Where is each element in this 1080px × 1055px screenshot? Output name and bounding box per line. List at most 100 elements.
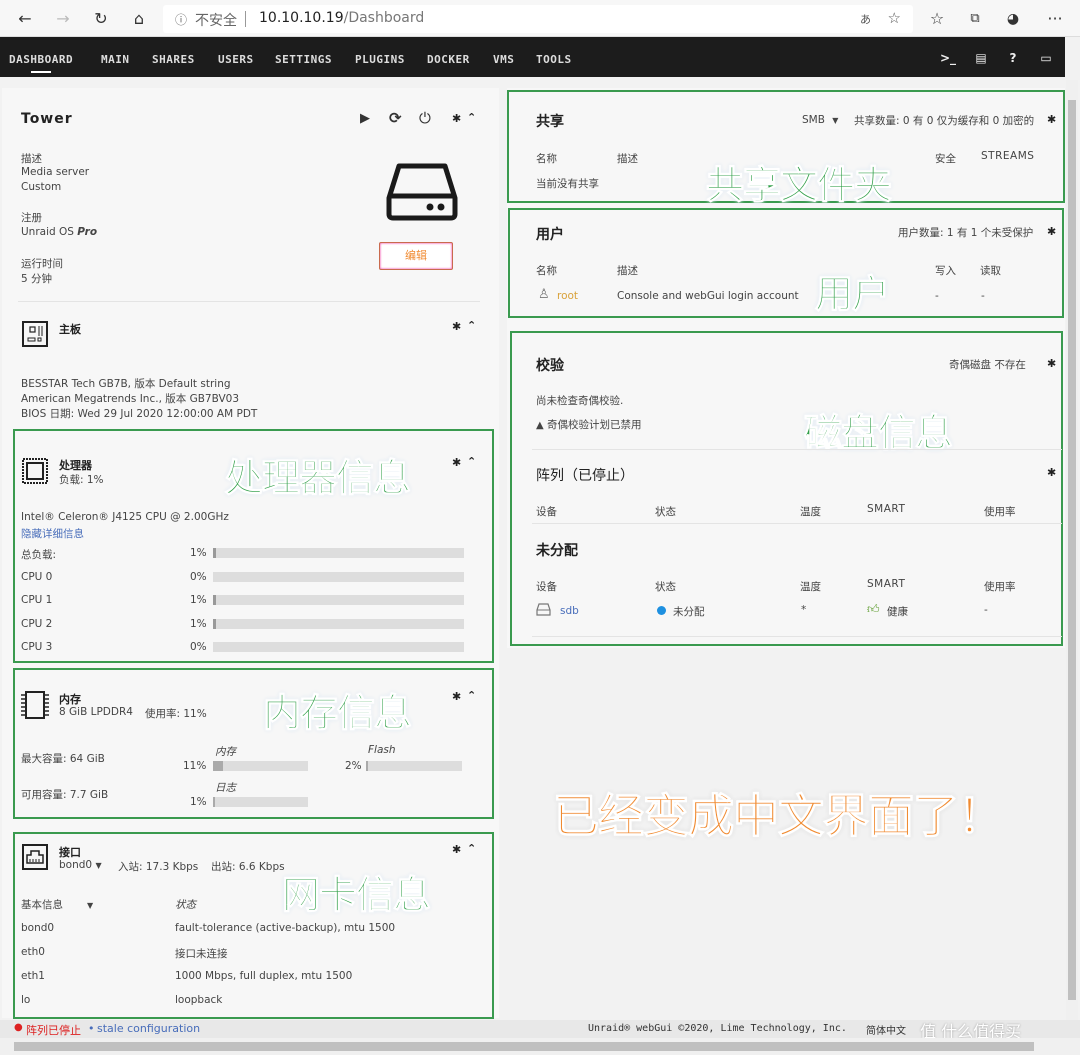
scrollbar-thumb[interactable] bbox=[14, 1042, 1034, 1051]
vertical-scrollbar[interactable] bbox=[1066, 80, 1078, 1020]
parity-title: 校验 bbox=[536, 358, 564, 374]
home-icon[interactable]: ⌂ bbox=[128, 8, 150, 30]
collections-icon[interactable]: ⧉ bbox=[964, 8, 986, 30]
col-smart: SMART bbox=[867, 503, 906, 515]
hide-details-link[interactable]: 隐藏详细信息 bbox=[21, 526, 84, 541]
cpu-load-fill bbox=[213, 595, 216, 605]
divider bbox=[532, 523, 1062, 524]
forward-icon[interactable]: → bbox=[52, 8, 74, 30]
user-name-link[interactable]: root bbox=[557, 290, 578, 302]
chevron-up-icon[interactable]: ⌃ bbox=[467, 689, 476, 702]
dropdown-arrow-icon: ▼ bbox=[832, 116, 839, 125]
read-aloud-icon[interactable]: あ bbox=[860, 11, 871, 27]
copyright: Unraid® webGui ©2020, Lime Technology, I… bbox=[588, 1023, 847, 1034]
gear-icon[interactable]: ✱ bbox=[452, 690, 461, 703]
chevron-up-icon[interactable]: ⌃ bbox=[467, 319, 476, 332]
gear-icon[interactable]: ✱ bbox=[452, 112, 461, 125]
nav-main[interactable]: MAIN bbox=[101, 53, 130, 66]
nav-settings[interactable]: SETTINGS bbox=[275, 53, 332, 66]
chevron-up-icon[interactable]: ⌃ bbox=[467, 455, 476, 468]
col-status: 状态 bbox=[655, 581, 676, 593]
nav-tools[interactable]: TOOLS bbox=[536, 53, 572, 66]
interface-name: bond0 bbox=[21, 922, 55, 934]
monitor-icon[interactable]: ▭ bbox=[1038, 51, 1054, 65]
description-line1: Media server bbox=[21, 166, 90, 178]
chevron-up-icon[interactable]: ⌃ bbox=[467, 842, 476, 855]
gear-icon[interactable]: ✱ bbox=[452, 843, 461, 856]
feedback-icon[interactable]: ▤ bbox=[973, 51, 989, 65]
col-name: 名称 bbox=[536, 153, 557, 165]
parity-not-checked: 尚未检查奇偶校验. bbox=[536, 395, 624, 407]
play-icon[interactable]: ▶ bbox=[360, 111, 370, 126]
address-bar[interactable]: ⓘ 不安全 10.10.10.19/Dashboard あ ☆ bbox=[163, 5, 913, 33]
cpu-overlay-label: 处理器信息 bbox=[224, 456, 411, 501]
cpu-model: Intel® Celeron® J4125 CPU @ 2.00GHz bbox=[21, 511, 229, 523]
url-host: 10.10.10.19 bbox=[259, 10, 344, 26]
refresh-icon[interactable]: ↻ bbox=[90, 8, 112, 30]
more-icon[interactable]: ··· bbox=[1044, 8, 1066, 30]
info-select[interactable]: 基本信息 ▼ bbox=[21, 897, 93, 912]
unassigned-title: 未分配 bbox=[536, 543, 578, 559]
star-icon[interactable]: ☆ bbox=[888, 9, 901, 27]
col-temp: 温度 bbox=[800, 506, 821, 518]
terminal-icon[interactable]: >_ bbox=[940, 51, 956, 65]
protocol-select[interactable]: SMB ▼ bbox=[802, 114, 838, 126]
col-description: 描述 bbox=[617, 153, 638, 165]
os-name: Unraid OS bbox=[21, 226, 74, 238]
help-icon[interactable]: ? bbox=[1005, 51, 1021, 65]
language-label[interactable]: 简体中文 bbox=[866, 1022, 906, 1037]
gear-icon[interactable]: ✱ bbox=[452, 320, 461, 333]
nav-docker[interactable]: DOCKER bbox=[427, 53, 470, 66]
nav-plugins[interactable]: PLUGINS bbox=[355, 53, 405, 66]
gear-icon[interactable]: ✱ bbox=[1047, 357, 1056, 370]
network-title: 接口 bbox=[59, 846, 81, 859]
interface-select[interactable]: bond0 ▼ bbox=[59, 859, 102, 871]
memory-usage-fill bbox=[213, 761, 224, 771]
array-stopped-icon: ● bbox=[14, 1022, 23, 1033]
edit-button[interactable]: 编辑 bbox=[379, 242, 453, 270]
server-drive-icon bbox=[386, 163, 458, 221]
nav-shares[interactable]: SHARES bbox=[152, 53, 195, 66]
chevron-up-icon[interactable]: ⌃ bbox=[467, 111, 476, 124]
memory-usage-fill bbox=[213, 797, 215, 807]
bios-vendor: American Megatrends Inc., 版本 GB7BV03 bbox=[21, 393, 240, 405]
stale-config-link[interactable]: stale configuration bbox=[97, 1022, 200, 1035]
gear-icon[interactable]: ✱ bbox=[1047, 225, 1056, 238]
motherboard-title: 主板 bbox=[59, 323, 81, 336]
interface-name: eth1 bbox=[21, 970, 45, 982]
col-status: 状态 bbox=[655, 506, 676, 518]
cpu-row-value: 0% bbox=[190, 570, 207, 583]
cpu-load-bar bbox=[213, 642, 464, 652]
url-text[interactable]: 10.10.10.19/Dashboard bbox=[259, 10, 424, 26]
horizontal-scrollbar[interactable] bbox=[0, 1038, 1080, 1055]
back-icon[interactable]: ← bbox=[14, 8, 36, 30]
scrollbar-thumb[interactable] bbox=[1068, 100, 1076, 1000]
users-title: 用户 bbox=[536, 227, 564, 243]
max-capacity: 最大容量: 64 GiB bbox=[21, 753, 105, 765]
user-write: - bbox=[935, 290, 939, 302]
interface-status: fault-tolerance (active-backup), mtu 150… bbox=[175, 922, 396, 934]
gear-icon[interactable]: ✱ bbox=[1047, 113, 1056, 126]
nav-vms[interactable]: VMS bbox=[493, 53, 514, 66]
favorites-icon[interactable]: ☆ bbox=[926, 8, 948, 30]
col-streams: STREAMS bbox=[981, 150, 1035, 162]
nav-dashboard[interactable]: DASHBOARD bbox=[9, 53, 73, 73]
array-status: 阵列已停止 bbox=[26, 1024, 81, 1037]
memory-bar-label: 日志 bbox=[215, 782, 236, 794]
gear-icon[interactable]: ✱ bbox=[1047, 466, 1056, 479]
disk-device-link[interactable]: sdb bbox=[560, 605, 579, 617]
memory-spec: 8 GiB LPDDR4 bbox=[59, 706, 133, 718]
power-icon[interactable]: ⏻ bbox=[419, 109, 431, 127]
info-icon[interactable]: ⓘ bbox=[175, 11, 187, 28]
cpu-load-fill bbox=[213, 548, 216, 558]
profile-icon[interactable]: ◕ bbox=[1002, 8, 1024, 30]
uptime-label: 运行时间 bbox=[21, 258, 63, 270]
description-label: 描述 bbox=[21, 153, 42, 165]
gear-icon[interactable]: ✱ bbox=[452, 456, 461, 469]
registration-value: Unraid OS Pro bbox=[21, 226, 97, 238]
reload-icon[interactable]: ⟳ bbox=[389, 109, 402, 127]
interface-status: 接口未连接 bbox=[175, 948, 228, 960]
nav-users[interactable]: USERS bbox=[218, 53, 254, 66]
network-overlay-label: 网卡信息 bbox=[281, 873, 431, 918]
memory-overlay-label: 内存信息 bbox=[262, 691, 412, 736]
